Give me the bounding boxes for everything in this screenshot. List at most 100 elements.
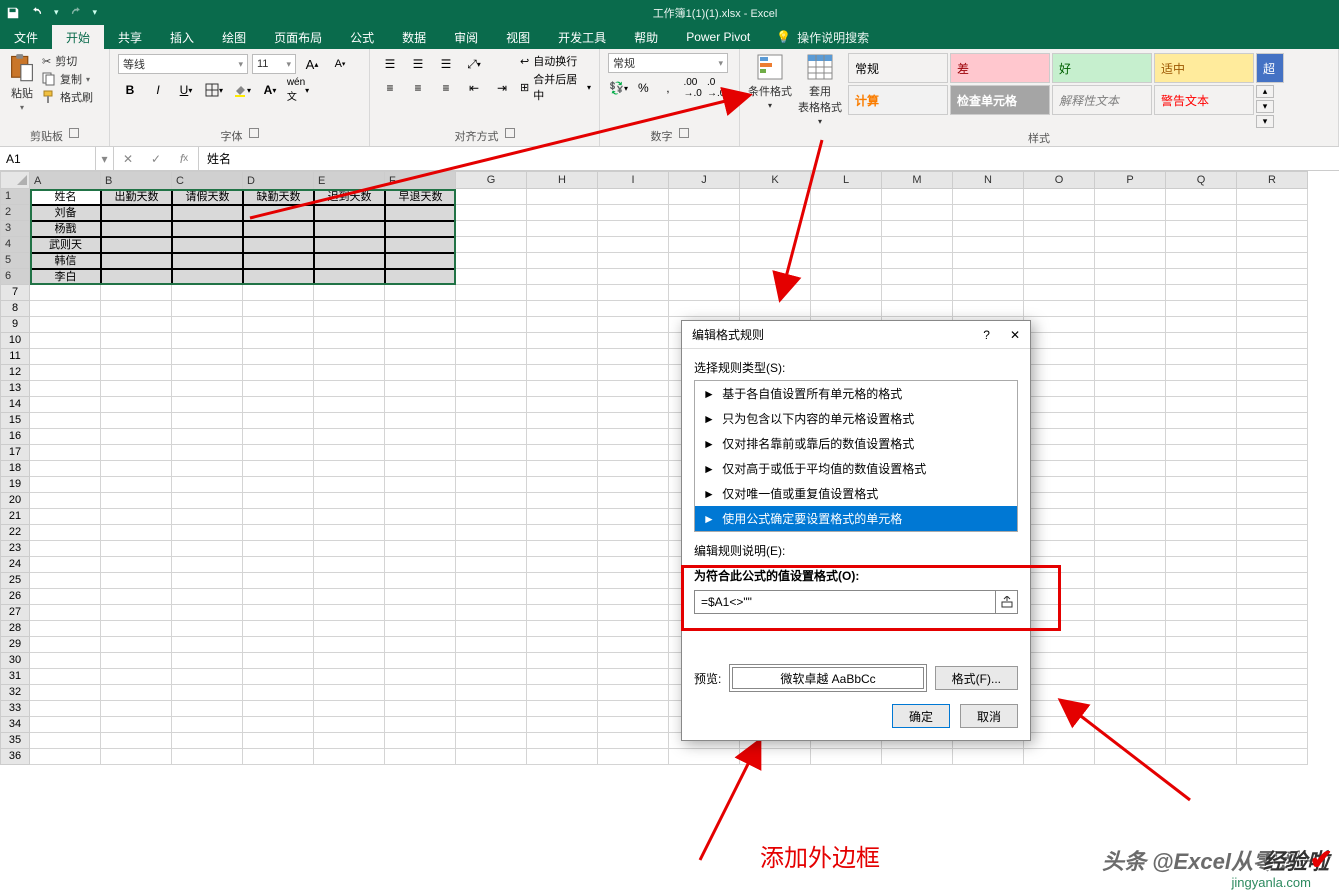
row-header-20[interactable]: 20: [0, 493, 30, 509]
cell-B18[interactable]: [101, 461, 172, 477]
cell-A1[interactable]: 姓名: [30, 189, 101, 205]
cell-P2[interactable]: [1095, 205, 1166, 221]
cell-C16[interactable]: [172, 429, 243, 445]
cell-H36[interactable]: [527, 749, 598, 765]
cell-F32[interactable]: [385, 685, 456, 701]
cell-I22[interactable]: [598, 525, 669, 541]
col-header-G[interactable]: G: [456, 171, 527, 189]
cell-C5[interactable]: [172, 253, 243, 269]
cell-H9[interactable]: [527, 317, 598, 333]
cell-P13[interactable]: [1095, 381, 1166, 397]
cell-H11[interactable]: [527, 349, 598, 365]
cell-R14[interactable]: [1237, 397, 1308, 413]
number-format-select[interactable]: 常规▾: [608, 53, 728, 73]
cell-G32[interactable]: [456, 685, 527, 701]
cell-B23[interactable]: [101, 541, 172, 557]
col-header-N[interactable]: N: [953, 171, 1024, 189]
cell-D6[interactable]: [243, 269, 314, 285]
cell-H12[interactable]: [527, 365, 598, 381]
cell-A28[interactable]: [30, 621, 101, 637]
spreadsheet-grid[interactable]: ABCDEFGHIJKLMNOPQR 123456789101112131415…: [0, 171, 1339, 894]
cell-E7[interactable]: [314, 285, 385, 301]
cell-L3[interactable]: [811, 221, 882, 237]
row-header-6[interactable]: 6: [0, 269, 30, 285]
cell-J1[interactable]: [669, 189, 740, 205]
cell-P24[interactable]: [1095, 557, 1166, 573]
cell-E8[interactable]: [314, 301, 385, 317]
formula-input-field[interactable]: [695, 591, 995, 613]
cell-B15[interactable]: [101, 413, 172, 429]
cell-P28[interactable]: [1095, 621, 1166, 637]
cell-Q27[interactable]: [1166, 605, 1237, 621]
cell-A7[interactable]: [30, 285, 101, 301]
cell-D1[interactable]: 缺勤天数: [243, 189, 314, 205]
row-header-30[interactable]: 30: [0, 653, 30, 669]
cell-H21[interactable]: [527, 509, 598, 525]
cell-A31[interactable]: [30, 669, 101, 685]
cell-N3[interactable]: [953, 221, 1024, 237]
cell-G9[interactable]: [456, 317, 527, 333]
cell-D21[interactable]: [243, 509, 314, 525]
cell-F1[interactable]: 早退天数: [385, 189, 456, 205]
cell-G12[interactable]: [456, 365, 527, 381]
cell-O16[interactable]: [1024, 429, 1095, 445]
cell-C2[interactable]: [172, 205, 243, 221]
cell-P9[interactable]: [1095, 317, 1166, 333]
cell-A34[interactable]: [30, 717, 101, 733]
cell-I11[interactable]: [598, 349, 669, 365]
cell-O4[interactable]: [1024, 237, 1095, 253]
cell-O28[interactable]: [1024, 621, 1095, 637]
cell-G17[interactable]: [456, 445, 527, 461]
cell-R10[interactable]: [1237, 333, 1308, 349]
cell-B35[interactable]: [101, 733, 172, 749]
cell-D13[interactable]: [243, 381, 314, 397]
cell-B33[interactable]: [101, 701, 172, 717]
cell-B22[interactable]: [101, 525, 172, 541]
cell-I32[interactable]: [598, 685, 669, 701]
cell-O30[interactable]: [1024, 653, 1095, 669]
cell-A16[interactable]: [30, 429, 101, 445]
cell-G24[interactable]: [456, 557, 527, 573]
cell-J4[interactable]: [669, 237, 740, 253]
cell-B19[interactable]: [101, 477, 172, 493]
cell-D22[interactable]: [243, 525, 314, 541]
cell-R15[interactable]: [1237, 413, 1308, 429]
cell-I9[interactable]: [598, 317, 669, 333]
cell-F16[interactable]: [385, 429, 456, 445]
cell-G22[interactable]: [456, 525, 527, 541]
cell-H14[interactable]: [527, 397, 598, 413]
cell-B1[interactable]: 出勤天数: [101, 189, 172, 205]
cell-A5[interactable]: 韩信: [30, 253, 101, 269]
cell-A14[interactable]: [30, 397, 101, 413]
cell-H27[interactable]: [527, 605, 598, 621]
cell-D7[interactable]: [243, 285, 314, 301]
cell-F24[interactable]: [385, 557, 456, 573]
cell-I18[interactable]: [598, 461, 669, 477]
col-header-Q[interactable]: Q: [1166, 171, 1237, 189]
cell-C29[interactable]: [172, 637, 243, 653]
align-middle-icon[interactable]: ☰: [406, 53, 430, 75]
cell-D32[interactable]: [243, 685, 314, 701]
cell-Q31[interactable]: [1166, 669, 1237, 685]
cell-O13[interactable]: [1024, 381, 1095, 397]
tell-me-search[interactable]: 💡 操作说明搜索: [764, 25, 869, 49]
cell-M4[interactable]: [882, 237, 953, 253]
cell-I33[interactable]: [598, 701, 669, 717]
col-header-B[interactable]: B: [101, 171, 172, 191]
cell-O19[interactable]: [1024, 477, 1095, 493]
cell-D33[interactable]: [243, 701, 314, 717]
decrease-indent-icon[interactable]: ⇤: [462, 77, 486, 99]
cell-E30[interactable]: [314, 653, 385, 669]
italic-button[interactable]: I: [146, 79, 170, 101]
increase-indent-icon[interactable]: ⇥: [490, 77, 514, 99]
cell-A4[interactable]: 武则天: [30, 237, 101, 253]
cell-I6[interactable]: [598, 269, 669, 285]
cell-E27[interactable]: [314, 605, 385, 621]
cell-G21[interactable]: [456, 509, 527, 525]
cell-G6[interactable]: [456, 269, 527, 285]
cell-N36[interactable]: [953, 749, 1024, 765]
cell-D25[interactable]: [243, 573, 314, 589]
tab-formulas[interactable]: 公式: [336, 25, 388, 49]
cell-R16[interactable]: [1237, 429, 1308, 445]
cell-Q20[interactable]: [1166, 493, 1237, 509]
